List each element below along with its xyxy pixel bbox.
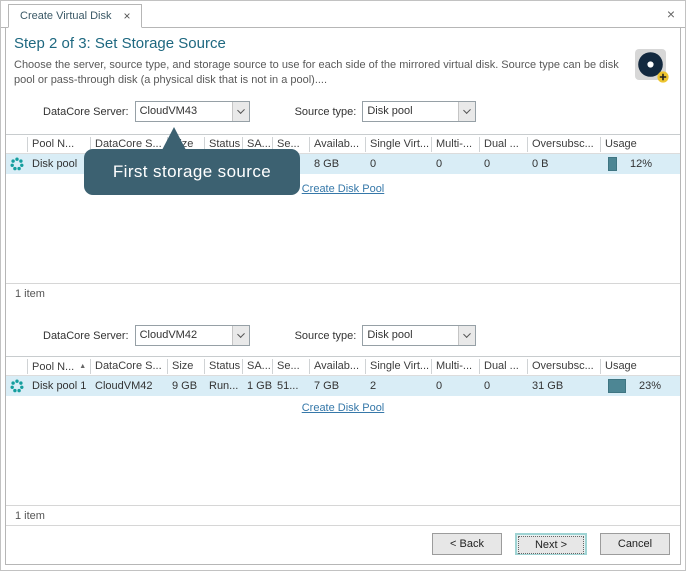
col-single-virtual[interactable]: Single Virt... <box>366 137 432 152</box>
cell-size: 9 GB <box>168 380 205 392</box>
cell-pool-name: Disk pool 1 <box>28 380 91 392</box>
col-oversubscribed[interactable]: Oversubsc... <box>528 359 601 374</box>
second-datacore-server-select[interactable]: CloudVM42 <box>135 325 250 346</box>
first-source-type-select[interactable]: Disk pool <box>362 101 476 122</box>
first-datacore-server-select[interactable]: CloudVM43 <box>135 101 250 122</box>
create-virtual-disk-window: Create Virtual Disk × × Step 2 of 3: Set… <box>0 0 686 571</box>
selected-server: CloudVM42 <box>136 326 232 345</box>
usage-percent: 23% <box>639 380 661 392</box>
chevron-down-icon[interactable] <box>232 102 249 121</box>
tab-close-icon[interactable]: × <box>124 10 131 22</box>
table-header: Pool N...▲ DataCore S... Size Status SA.… <box>6 357 680 376</box>
tooltip-text: First storage source <box>113 162 271 182</box>
col-single-virtual[interactable]: Single Virt... <box>366 359 432 374</box>
source-type-label: Source type: <box>295 106 357 118</box>
tab-create-virtual-disk[interactable]: Create Virtual Disk × <box>8 4 142 28</box>
virtual-disk-icon <box>634 48 670 84</box>
disk-pool-icon <box>6 157 28 171</box>
col-usage[interactable]: Usage <box>601 359 680 374</box>
page-description: Choose the server, source type, and stor… <box>14 58 624 88</box>
cell-available: 7 GB <box>310 380 366 392</box>
source-type-label: Source type: <box>295 330 357 342</box>
first-table-status-bar: 1 item <box>6 283 680 305</box>
col-pool-name[interactable]: Pool N... <box>28 137 91 152</box>
table-row[interactable]: Disk pool 1 CloudVM42 9 GB Run... 1 GB 5… <box>6 376 680 396</box>
selected-source-type: Disk pool <box>363 326 458 345</box>
selected-source-type: Disk pool <box>363 102 458 121</box>
item-count: 1 item <box>15 288 45 300</box>
col-oversubscribed[interactable]: Oversubsc... <box>528 137 601 152</box>
col-dual[interactable]: Dual ... <box>480 359 528 374</box>
usage-bar <box>608 379 626 393</box>
chevron-down-icon[interactable] <box>458 326 475 345</box>
sort-asc-icon: ▲ <box>79 363 86 370</box>
item-count: 1 item <box>15 510 45 522</box>
wizard-panel: Step 2 of 3: Set Storage Source Choose t… <box>5 28 681 565</box>
chevron-down-icon[interactable] <box>232 326 249 345</box>
cell-oversubscribed: 31 GB <box>528 380 601 392</box>
cell-sa: 1 GB <box>243 380 273 392</box>
col-pool-name[interactable]: Pool N...▲ <box>28 359 91 374</box>
cancel-button[interactable]: Cancel <box>600 533 670 555</box>
cell-se: 51... <box>273 380 310 392</box>
wizard-button-bar: < Back Next > Cancel <box>432 533 670 555</box>
col-status[interactable]: Status <box>205 359 243 374</box>
second-source-controls: DataCore Server: CloudVM42 Source type: … <box>6 325 680 346</box>
next-button[interactable]: Next > <box>515 533 587 555</box>
window-close-icon[interactable]: × <box>667 7 675 21</box>
col-usage[interactable]: Usage <box>601 137 680 152</box>
usage-percent: 12% <box>630 158 652 170</box>
create-disk-pool-link[interactable]: Create Disk Pool <box>302 402 385 414</box>
back-button[interactable]: < Back <box>432 533 502 555</box>
usage-bar <box>608 157 617 171</box>
col-dual[interactable]: Dual ... <box>480 137 528 152</box>
col-datacore-server[interactable]: DataCore S... <box>91 359 168 374</box>
first-source-controls: DataCore Server: CloudVM43 Source type: … <box>6 101 680 122</box>
disk-pool-icon <box>6 379 28 393</box>
usage-cell: 12% <box>601 157 680 171</box>
page-title: Step 2 of 3: Set Storage Source <box>14 35 680 52</box>
col-size[interactable]: Size <box>168 359 205 374</box>
cell-pool-name: Disk pool <box>28 158 91 170</box>
datacore-server-label: DataCore Server: <box>43 330 129 342</box>
col-multi[interactable]: Multi-... <box>432 359 480 374</box>
create-disk-pool-link[interactable]: Create Disk Pool <box>302 183 385 195</box>
cell-available: 8 GB <box>310 158 366 170</box>
col-se[interactable]: Se... <box>273 359 310 374</box>
first-storage-source-tooltip: First storage source <box>84 149 300 195</box>
usage-cell: 23% <box>601 379 680 393</box>
second-pool-table: Pool N...▲ DataCore S... Size Status SA.… <box>6 356 680 396</box>
datacore-server-label: DataCore Server: <box>43 106 129 118</box>
second-table-status-bar: 1 item <box>6 505 680 526</box>
tab-label: Create Virtual Disk <box>20 10 112 22</box>
col-multi[interactable]: Multi-... <box>432 137 480 152</box>
col-sa[interactable]: SA... <box>243 359 273 374</box>
tab-strip: Create Virtual Disk × × <box>1 1 685 28</box>
selected-server: CloudVM43 <box>136 102 232 121</box>
cell-status: Run... <box>205 380 243 392</box>
col-available[interactable]: Availab... <box>310 359 366 374</box>
cell-oversubscribed: 0 B <box>528 158 601 170</box>
col-available[interactable]: Availab... <box>310 137 366 152</box>
second-source-type-select[interactable]: Disk pool <box>362 325 476 346</box>
chevron-down-icon[interactable] <box>458 102 475 121</box>
cell-server: CloudVM42 <box>91 380 168 392</box>
